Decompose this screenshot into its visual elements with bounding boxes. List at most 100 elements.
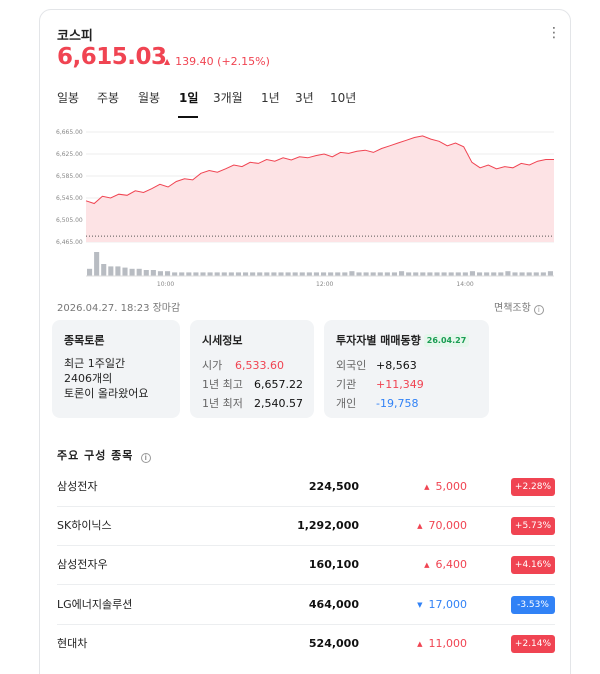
investor-card[interactable]: 투자자별 매매동향 26.04.27 외국인 +8,563 기관 +11,349 개인… [324, 320, 489, 418]
tab-3month[interactable]: 3개월 [213, 89, 243, 106]
stock-price: 524,000 [308, 637, 359, 650]
y-tick-label: 6,665.00 [56, 129, 83, 136]
volume-bar [94, 252, 100, 276]
y-tick-label: 6,505.00 [56, 217, 83, 224]
stock-price: 1,292,000 [297, 519, 359, 532]
volume-bar [469, 271, 475, 276]
investor-row-individual: 개인 -19,758 [336, 394, 477, 413]
volume-bar [540, 272, 546, 276]
volume-bar [122, 267, 128, 276]
volume-bar [193, 272, 199, 276]
quote-card[interactable]: 시세정보 시가 6,533.60 1년 최고 6,657.22 1년 최저 2,540… [190, 320, 314, 418]
volume-bar [384, 272, 390, 276]
stock-row-skhynix[interactable]: SK하이닉스 1,292,000 ▲ 70,000 +5.73% [57, 506, 555, 546]
volume-bar [484, 272, 490, 276]
stock-price: 464,000 [308, 598, 359, 611]
quote-value: 6,533.60 [235, 359, 284, 372]
investor-title: 투자자별 매매동향 26.04.27 [336, 332, 477, 348]
volume-bar [519, 272, 525, 276]
index-change: ▲ 139.40 (+2.15%) [164, 55, 270, 68]
volume-bar [328, 272, 334, 276]
investor-value: +11,349 [376, 378, 424, 391]
stock-change-value: 5,000 [435, 480, 468, 493]
tab-daily[interactable]: 일봉 [57, 89, 79, 106]
tab-monthly[interactable]: 월봉 [138, 89, 160, 106]
volume-bar [342, 272, 348, 276]
investor-label: 기관 [336, 378, 357, 391]
volume-bar [462, 272, 468, 276]
y-tick-label: 6,625.00 [56, 151, 83, 158]
volume-bar [526, 272, 532, 276]
volume-bar [313, 272, 319, 276]
stock-pct-badge: -3.53% [511, 596, 555, 614]
tab-3year[interactable]: 3년 [295, 89, 314, 106]
volume-bar [257, 272, 263, 276]
volume-bar [321, 272, 327, 276]
stock-name: 삼성전자우 [57, 558, 108, 571]
volume-bar [335, 272, 341, 276]
volume-bar [306, 272, 312, 276]
volume-bar [413, 272, 419, 276]
stock-row-hyundai[interactable]: 현대차 524,000 ▲ 11,000 +2.14% [57, 624, 555, 664]
up-arrow-icon: ▲ [424, 483, 430, 491]
stock-pct-badge: +2.28% [511, 478, 555, 496]
volume-bar [87, 268, 93, 276]
stock-change: ▲ 70,000 [417, 506, 467, 547]
index-price: 6,615.03 [57, 44, 167, 70]
volume-bar [377, 272, 383, 276]
y-tick-label: 6,465.00 [56, 239, 83, 246]
volume-bar [420, 272, 426, 276]
volume-bar [399, 271, 405, 276]
price-area [86, 135, 554, 242]
volume-bar [391, 272, 397, 276]
volume-bar [356, 272, 362, 276]
discussion-card[interactable]: 종목토론 최근 1주일간 2406개의 토론이 올라왔어요 [52, 320, 180, 418]
volume-bar [363, 272, 369, 276]
discussion-line2: 2406개의 [64, 372, 113, 385]
more-vertical-icon[interactable]: ⋮ [547, 24, 561, 42]
tab-1year[interactable]: 1년 [261, 89, 280, 106]
y-tick-label: 6,545.00 [56, 195, 83, 202]
stock-change-value: 70,000 [428, 519, 468, 532]
info-icon: i [533, 305, 544, 315]
volume-bar [547, 271, 553, 276]
price-chart[interactable]: 6,665.00 6,625.00 6,585.00 6,545.00 6,505.00… [56, 124, 556, 294]
x-tick-label: 10:00 [157, 281, 174, 288]
tab-weekly[interactable]: 주봉 [97, 89, 119, 106]
disclaimer-label: 면책조항 [494, 303, 531, 314]
components-title-label: 주요 구성 종목 [57, 449, 134, 462]
stock-name: SK하이닉스 [57, 519, 112, 532]
quote-label: 1년 최고 [202, 378, 243, 391]
stock-change: ▲ 6,400 [424, 545, 467, 586]
volume-bar [179, 272, 185, 276]
investor-label: 개인 [336, 397, 357, 410]
volume-bar [143, 270, 149, 276]
volume-bar [150, 270, 156, 276]
tab-10year[interactable]: 10년 [330, 89, 356, 106]
volume-bar [441, 272, 447, 276]
stock-price: 224,500 [308, 480, 359, 493]
volume-bar [455, 272, 461, 276]
volume-bar [349, 271, 355, 276]
stock-row-lges[interactable]: LG에너지솔루션 464,000 ▼ 17,000 -3.53% [57, 585, 555, 625]
disclaimer-link[interactable]: 면책조항 i [494, 299, 544, 315]
volume-bar [172, 272, 178, 276]
stock-row-samsung-pref[interactable]: 삼성전자우 160,100 ▲ 6,400 +4.16% [57, 545, 555, 585]
volume-bar [505, 271, 511, 276]
volume-bar [221, 272, 227, 276]
volume-bar [136, 268, 142, 276]
volume-bar [370, 272, 376, 276]
stock-change: ▲ 5,000 [424, 467, 467, 508]
info-icon[interactable]: i [141, 453, 152, 463]
volume-bar [235, 272, 241, 276]
x-tick-label: 12:00 [316, 281, 333, 288]
investor-row-foreign: 외국인 +8,563 [336, 356, 477, 375]
stock-row-samsung[interactable]: 삼성전자 224,500 ▲ 5,000 +2.28% [57, 467, 555, 507]
stock-price: 160,100 [308, 558, 359, 571]
volume-bar [271, 272, 277, 276]
up-arrow-icon: ▲ [164, 57, 171, 66]
tab-1day[interactable]: 1일 [179, 89, 198, 106]
x-tick-label: 14:00 [456, 281, 473, 288]
chart-svg: 6,665.00 6,625.00 6,585.00 6,545.00 6,505.00… [56, 129, 554, 288]
investor-title-label: 투자자별 매매동향 [336, 334, 421, 347]
